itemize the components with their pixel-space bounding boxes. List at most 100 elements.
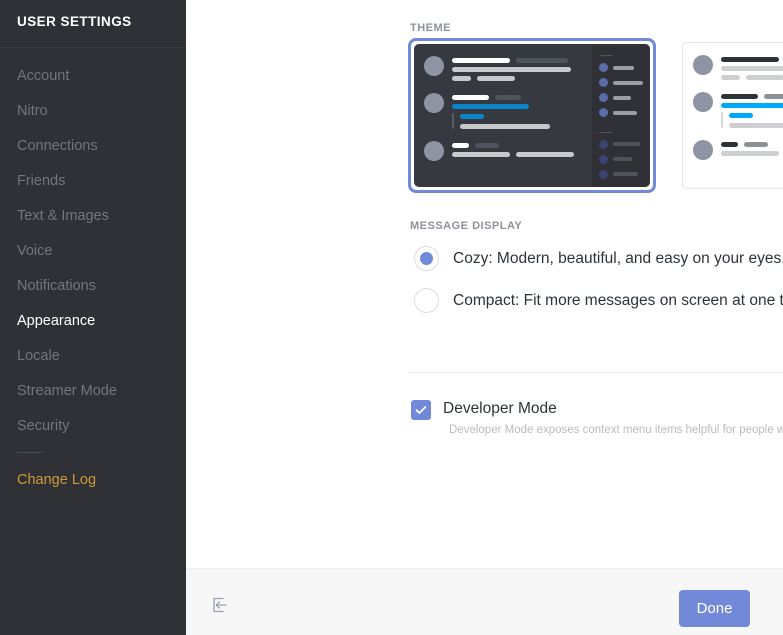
preview-message-lines — [452, 56, 584, 81]
preview-member-dot — [599, 139, 608, 149]
avatar — [424, 141, 444, 161]
sidebar-item-text-and-images[interactable]: Text & Images — [0, 198, 186, 233]
preview-message-lines — [721, 92, 783, 128]
preview-member-name-bar — [613, 157, 632, 162]
radio-cozy-label: Cozy: Modern, beautiful, and easy on you… — [453, 249, 783, 267]
preview-quote-block — [721, 112, 783, 128]
theme-card-light[interactable] — [678, 38, 783, 193]
preview-username-bar — [452, 143, 469, 148]
developer-mode-setting[interactable]: Developer Mode Developer Mode exposes co… — [411, 399, 783, 437]
sidebar-item-nitro[interactable]: Nitro — [0, 93, 186, 128]
preview-member-name-bar — [613, 142, 640, 147]
preview-line-row — [721, 151, 783, 156]
preview-timestamp-bar — [516, 58, 568, 63]
sidebar-item-friends[interactable]: Friends — [0, 163, 186, 198]
preview-text-bar — [721, 75, 740, 80]
sidebar-item-locale[interactable]: Locale — [0, 338, 186, 373]
preview-rail-item — [599, 169, 644, 179]
preview-message-lines — [721, 140, 783, 160]
preview-line-row — [721, 94, 783, 99]
radio-compact-label: Compact: Fit more messages on screen at … — [453, 291, 783, 309]
preview-timestamp-bar — [764, 94, 783, 99]
preview-message-lines — [721, 55, 783, 80]
preview-member-dot — [599, 78, 608, 88]
sidebar-item-account[interactable]: Account — [0, 58, 186, 93]
preview-member-dot — [599, 169, 608, 179]
theme-card-dark-selected[interactable] — [408, 38, 656, 193]
sidebar-item-voice[interactable]: Voice — [0, 233, 186, 268]
preview-rail-item — [599, 63, 644, 73]
done-button[interactable]: Done — [679, 590, 750, 627]
preview-username-bar — [452, 95, 489, 100]
preview-text-bar — [477, 76, 515, 81]
preview-link-bar — [729, 113, 753, 118]
message-display-section-label: MESSAGE DISPLAY — [410, 220, 523, 232]
preview-rail-item — [599, 108, 644, 118]
preview-member-dot — [599, 154, 608, 164]
theme-option-light[interactable] — [678, 38, 783, 193]
preview-text-bar — [452, 152, 510, 157]
preview-channel-rail — [592, 44, 650, 187]
preview-line-row — [452, 58, 584, 63]
developer-mode-description-prefix: Developer Mode exposes context menu item… — [449, 424, 783, 436]
preview-message — [693, 92, 783, 128]
preview-text-bar — [729, 123, 783, 128]
settings-main-panel: THEME MESSAGE DISPLAY Cozy: Modern, beau… — [186, 0, 783, 635]
avatar — [693, 55, 713, 75]
preview-rail-item — [599, 78, 644, 88]
preview-quote-block — [452, 113, 584, 129]
sidebar-item-streamer-mode[interactable]: Streamer Mode — [0, 373, 186, 408]
preview-text-bar — [460, 124, 550, 129]
preview-member-name-bar — [613, 110, 637, 115]
preview-username-bar — [721, 57, 779, 62]
sidebar-item-change-log[interactable]: Change Log — [0, 462, 186, 497]
sidebar-item-connections[interactable]: Connections — [0, 128, 186, 163]
sidebar-item-appearance[interactable]: Appearance — [0, 303, 186, 338]
user-settings-window: USER SETTINGS Account Nitro Connections … — [0, 0, 783, 635]
preview-rail-item — [599, 139, 644, 149]
preview-message — [693, 140, 783, 160]
preview-timestamp-bar — [475, 143, 499, 148]
sidebar-divider — [0, 47, 186, 48]
preview-message — [693, 55, 783, 80]
sidebar-item-notifications[interactable]: Notifications — [0, 268, 186, 303]
preview-member-dot — [599, 108, 608, 118]
radio-option-compact[interactable]: Compact: Fit more messages on screen at … — [414, 288, 783, 313]
settings-sidebar: USER SETTINGS Account Nitro Connections … — [0, 0, 186, 635]
preview-quote-bar — [452, 113, 454, 129]
preview-timestamp-bar — [744, 142, 768, 147]
theme-section-label: THEME — [410, 22, 451, 34]
preview-member-name-bar — [613, 80, 643, 85]
logout-arrow-icon[interactable] — [210, 595, 230, 615]
section-divider — [410, 372, 783, 373]
preview-rail-gap — [599, 123, 644, 125]
developer-mode-texts: Developer Mode Developer Mode exposes co… — [443, 399, 783, 437]
preview-member-name-bar — [613, 95, 631, 100]
radio-cozy-control[interactable] — [414, 246, 439, 271]
developer-mode-label: Developer Mode — [443, 400, 557, 417]
avatar — [693, 140, 713, 160]
preview-text-bar — [721, 151, 779, 156]
preview-link-bar — [452, 104, 529, 109]
settings-footer: Done — [186, 568, 783, 635]
avatar — [424, 93, 444, 113]
radio-compact-control[interactable] — [414, 288, 439, 313]
theme-preview-dark — [414, 44, 650, 187]
preview-timestamp-bar — [495, 95, 521, 100]
developer-mode-description: Developer Mode exposes context menu item… — [449, 423, 783, 437]
preview-text-bar — [452, 76, 471, 81]
preview-username-bar — [452, 58, 510, 63]
preview-line-row — [452, 152, 584, 157]
preview-chat-area — [414, 44, 592, 187]
preview-text-bar — [721, 66, 783, 71]
preview-link-bar — [460, 114, 484, 119]
preview-rail-header — [599, 131, 613, 133]
radio-option-cozy[interactable]: Cozy: Modern, beautiful, and easy on you… — [414, 246, 783, 271]
developer-mode-checkbox[interactable] — [411, 400, 431, 420]
theme-option-dark[interactable] — [408, 38, 656, 193]
avatar — [424, 56, 444, 76]
preview-message-lines — [452, 141, 584, 161]
sidebar-item-security[interactable]: Security — [0, 408, 186, 443]
preview-text-bar — [516, 152, 574, 157]
preview-member-dot — [599, 93, 608, 103]
